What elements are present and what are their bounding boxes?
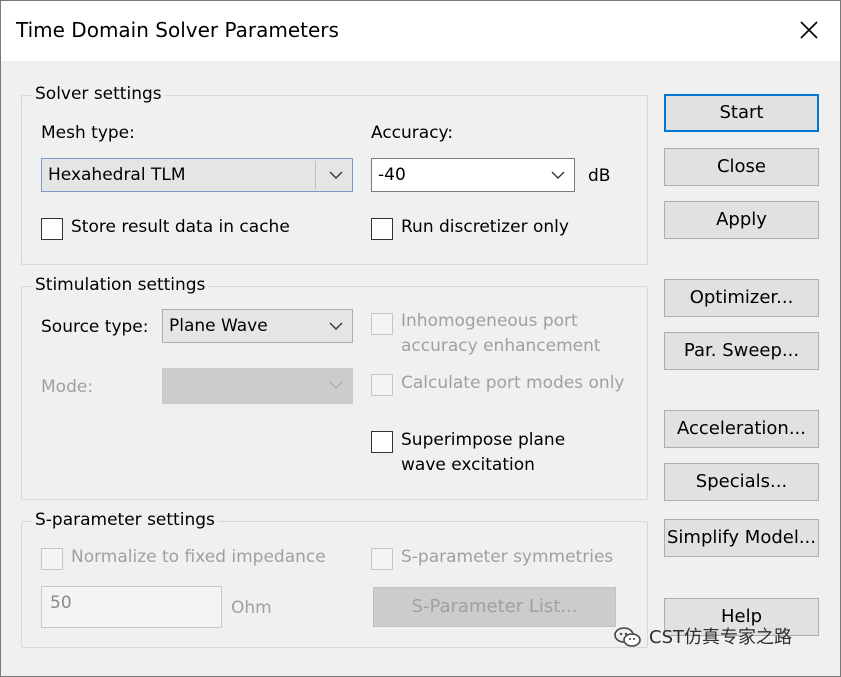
title-bar: Time Domain Solver Parameters — [1, 1, 840, 61]
start-button[interactable]: Start — [664, 94, 819, 132]
apply-button[interactable]: Apply — [664, 201, 819, 239]
inhomogeneous-label-line2: accuracy enhancement — [401, 336, 601, 356]
dialog-title: Time Domain Solver Parameters — [16, 18, 339, 42]
mode-dropdown[interactable] — [162, 368, 353, 404]
sparam-settings-group — [21, 521, 648, 648]
inhomogeneous-label-line1: Inhomogeneous port — [401, 311, 578, 331]
normalize-label: Normalize to fixed impedance — [71, 547, 326, 567]
impedance-input[interactable]: 50 — [41, 586, 222, 628]
solver-settings-title: Solver settings — [32, 84, 165, 104]
calc-port-modes-label: Calculate port modes only — [401, 373, 625, 393]
specials-button[interactable]: Specials... — [664, 463, 819, 501]
accuracy-unit: dB — [588, 166, 611, 186]
normalize-checkbox[interactable] — [41, 548, 63, 570]
source-type-value: Plane Wave — [169, 316, 268, 336]
source-type-dropdown[interactable]: Plane Wave — [162, 309, 353, 343]
close-window-icon[interactable] — [794, 15, 824, 45]
watermark-text: CST仿真专家之路 — [649, 627, 792, 648]
chevron-down-icon — [329, 171, 343, 179]
impedance-unit: Ohm — [231, 598, 272, 618]
mesh-type-label: Mesh type: — [41, 123, 135, 143]
acceleration-button[interactable]: Acceleration... — [664, 410, 819, 448]
inhomogeneous-checkbox[interactable] — [371, 313, 393, 335]
sparam-list-button[interactable]: S-Parameter List... — [373, 587, 616, 627]
accuracy-dropdown[interactable]: -40 — [371, 158, 575, 192]
sparam-settings-title: S-parameter settings — [32, 510, 218, 530]
simplify-model-button[interactable]: Simplify Model... — [664, 519, 819, 557]
superimpose-checkbox[interactable] — [371, 431, 393, 453]
par-sweep-button[interactable]: Par. Sweep... — [664, 332, 819, 370]
solver-parameters-dialog: Time Domain Solver Parameters Solver set… — [0, 0, 841, 677]
run-discretizer-label: Run discretizer only — [401, 217, 569, 237]
symmetries-checkbox[interactable] — [371, 548, 393, 570]
chevron-down-icon — [329, 322, 343, 330]
mode-label: Mode: — [41, 377, 94, 397]
run-discretizer-checkbox[interactable] — [371, 218, 393, 240]
accuracy-label: Accuracy: — [371, 123, 454, 143]
superimpose-label-line1: Superimpose plane — [401, 430, 566, 450]
calc-port-modes-checkbox[interactable] — [371, 374, 393, 396]
wechat-icon — [614, 627, 641, 647]
stimulation-settings-title: Stimulation settings — [32, 275, 209, 295]
source-type-label: Source type: — [41, 317, 149, 337]
chevron-down-icon — [551, 171, 565, 179]
symmetries-label: S-parameter symmetries — [401, 547, 614, 567]
superimpose-label-line2: wave excitation — [401, 455, 535, 475]
chevron-down-icon — [329, 381, 343, 389]
store-cache-checkbox[interactable] — [41, 218, 63, 240]
mesh-type-value: Hexahedral TLM — [48, 165, 186, 185]
mesh-type-dropdown[interactable]: Hexahedral TLM — [41, 158, 353, 192]
accuracy-value: -40 — [378, 165, 406, 185]
optimizer-button[interactable]: Optimizer... — [664, 279, 819, 317]
store-cache-label: Store result data in cache — [71, 217, 290, 237]
close-button[interactable]: Close — [664, 148, 819, 186]
